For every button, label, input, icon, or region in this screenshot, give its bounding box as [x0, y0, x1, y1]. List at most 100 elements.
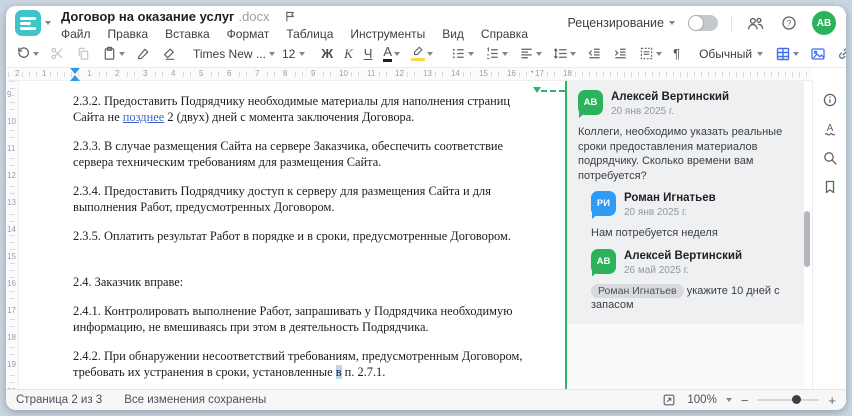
document-text[interactable]: 2.3.2. Предоставить Подрядчику необходим…: [73, 81, 541, 409]
decrease-indent-button[interactable]: [585, 44, 604, 63]
insert-link-button[interactable]: [835, 44, 846, 63]
bookmark-button[interactable]: [820, 177, 840, 197]
cut-button[interactable]: [48, 44, 67, 63]
paragraph[interactable]: 2.4. Заказчик вправе:: [73, 274, 541, 290]
paragraph[interactable]: 2.4.2. При обнаружении несоответствий тр…: [73, 348, 541, 380]
chevron-down-icon: [394, 51, 401, 59]
review-toggle[interactable]: [688, 15, 718, 31]
paragraph[interactable]: 2.3.3. В случае размещения Сайта на серв…: [73, 138, 541, 170]
zoom-in-button[interactable]: +: [828, 393, 836, 408]
outdent-icon: [588, 48, 600, 59]
comment-anchor-line: [541, 90, 565, 92]
paragraph[interactable]: 2.3.5. Оплатить результат Работ в порядк…: [73, 228, 541, 244]
bookmark-icon: [825, 180, 834, 194]
paragraph-settings-button[interactable]: [637, 44, 664, 63]
font-color-button[interactable]: А: [381, 43, 402, 64]
comment[interactable]: РИ Роман Игнатьев 20 янв 2025 г. Нам потреб…: [591, 191, 793, 241]
numbered-list-button[interactable]: [483, 44, 510, 63]
vertical-scrollbar[interactable]: [804, 211, 810, 267]
chevron-down-icon: [656, 51, 663, 59]
horizontal-ruler[interactable]: 2 1 1 2 3 4 5 6 7 8 9 10 11 12 13 14 15 16 17 18: [6, 68, 812, 81]
document-page[interactable]: 2.3.2. Предоставить Подрядчику необходим…: [20, 81, 565, 408]
menu-item-Файл[interactable]: Файл: [61, 27, 91, 41]
insert-image-button[interactable]: [808, 44, 828, 64]
page-indicator[interactable]: Страница 2 из 3: [16, 394, 102, 406]
menu-item-Инструменты[interactable]: Инструменты: [350, 27, 425, 41]
vertical-ruler[interactable]: 91011121314151617181920: [6, 81, 19, 397]
increase-indent-button[interactable]: [611, 44, 630, 63]
ruler-number: 11: [7, 143, 16, 154]
line-spacing-button[interactable]: [551, 44, 578, 63]
font-family-select[interactable]: Times New ...: [193, 47, 275, 61]
ruler-number: 13: [7, 197, 16, 208]
comment[interactable]: АВ Алексей Вертинский 26 май 2025 г. Роман …: [591, 248, 793, 313]
mention-pill[interactable]: Роман Игнатьев: [591, 283, 684, 298]
info-button[interactable]: [820, 90, 840, 110]
format-painter-button[interactable]: [134, 44, 153, 63]
app-menu[interactable]: [15, 10, 51, 36]
chevron-down-icon: [669, 21, 675, 28]
chevron-down-icon: [45, 21, 51, 28]
align-button[interactable]: [517, 44, 544, 63]
flag-icon[interactable]: [284, 10, 297, 23]
app-window: Договор на оказание услуг .docx Файл Прав…: [6, 6, 846, 410]
toolbar: Times New ... 12 Ж К Ч А ¶ Обычный: [6, 40, 846, 68]
zoom-out-button[interactable]: −: [741, 393, 749, 408]
clear-formatting-button[interactable]: [160, 44, 179, 63]
menu-item-Справка[interactable]: Справка: [481, 27, 528, 41]
eraser-icon: [164, 48, 175, 60]
menu-item-Вид[interactable]: Вид: [442, 27, 464, 41]
ruler-number: 4: [169, 69, 178, 78]
help-button[interactable]: ?: [779, 13, 799, 33]
font-size-select[interactable]: 12: [282, 47, 306, 61]
comment-thread[interactable]: АВ Алексей Вертинский 20 янв 2025 г. Коллег…: [567, 81, 804, 324]
ruler-number: 13: [421, 69, 434, 78]
menu-item-Таблица[interactable]: Таблица: [286, 27, 333, 41]
status-bar: Страница 2 из 3 Все изменения сохранены …: [6, 389, 846, 410]
indent-icon: [615, 48, 626, 59]
review-dropdown[interactable]: Рецензирование: [567, 16, 675, 30]
fit-page-button[interactable]: [660, 391, 678, 409]
menu-item-Вставка[interactable]: Вставка: [165, 27, 210, 41]
italic-button[interactable]: К: [342, 45, 355, 63]
zoom-value[interactable]: 100%: [687, 394, 716, 406]
zoom-slider-knob[interactable]: [791, 395, 801, 404]
copy-button[interactable]: [74, 44, 93, 63]
paragraph[interactable]: 2.4.1. Контролировать выполнение Работ, …: [73, 303, 541, 335]
chevron-down-icon: [119, 51, 125, 59]
menu-item-Правка[interactable]: Правка: [108, 27, 149, 41]
underline-button[interactable]: Ч: [362, 45, 375, 63]
menu-item-Формат[interactable]: Формат: [227, 27, 270, 41]
bullet-list-button[interactable]: [449, 44, 476, 63]
ruler-number: 2: [13, 69, 22, 78]
review-label: Рецензирование: [567, 16, 664, 30]
undo-button[interactable]: [14, 44, 41, 63]
formatting-marks-button[interactable]: ¶: [671, 45, 682, 63]
chevron-down-icon: [33, 51, 39, 59]
ruler-number: 15: [477, 69, 490, 78]
paragraph-frame-icon: [640, 47, 653, 60]
left-indent-marker[interactable]: [70, 70, 80, 81]
user-avatar[interactable]: АВ: [812, 11, 836, 35]
search-button[interactable]: [820, 148, 840, 168]
document-title: Договор на оказание услуг: [61, 9, 235, 24]
paste-button[interactable]: [100, 44, 127, 63]
highlight-button[interactable]: [409, 44, 435, 63]
paragraph[interactable]: 2.3.4. Предоставить Подрядчику доступ к …: [73, 183, 541, 215]
insert-table-button[interactable]: [773, 44, 801, 64]
chevron-down-icon: [570, 51, 577, 59]
comment-date: 26 май 2025 г.: [624, 264, 689, 276]
paragraph[interactable]: 2.3.2. Предоставить Подрядчику необходим…: [73, 93, 541, 125]
paragraph-style-select[interactable]: Обычный: [696, 47, 766, 61]
comment[interactable]: АВ Алексей Вертинский 20 янв 2025 г. Коллег…: [578, 90, 793, 183]
spellcheck-icon: А: [824, 123, 835, 136]
collaborators-button[interactable]: [745, 13, 766, 34]
chevron-down-icon: [427, 51, 434, 59]
zoom-slider[interactable]: [757, 395, 820, 404]
chevron-down-icon: [725, 398, 732, 405]
spellcheck-button[interactable]: А: [820, 119, 840, 139]
app-logo-icon[interactable]: [15, 10, 41, 36]
svg-text:?: ?: [787, 19, 792, 28]
save-status: Все изменения сохранены: [124, 394, 267, 406]
bold-button[interactable]: Ж: [319, 45, 335, 63]
